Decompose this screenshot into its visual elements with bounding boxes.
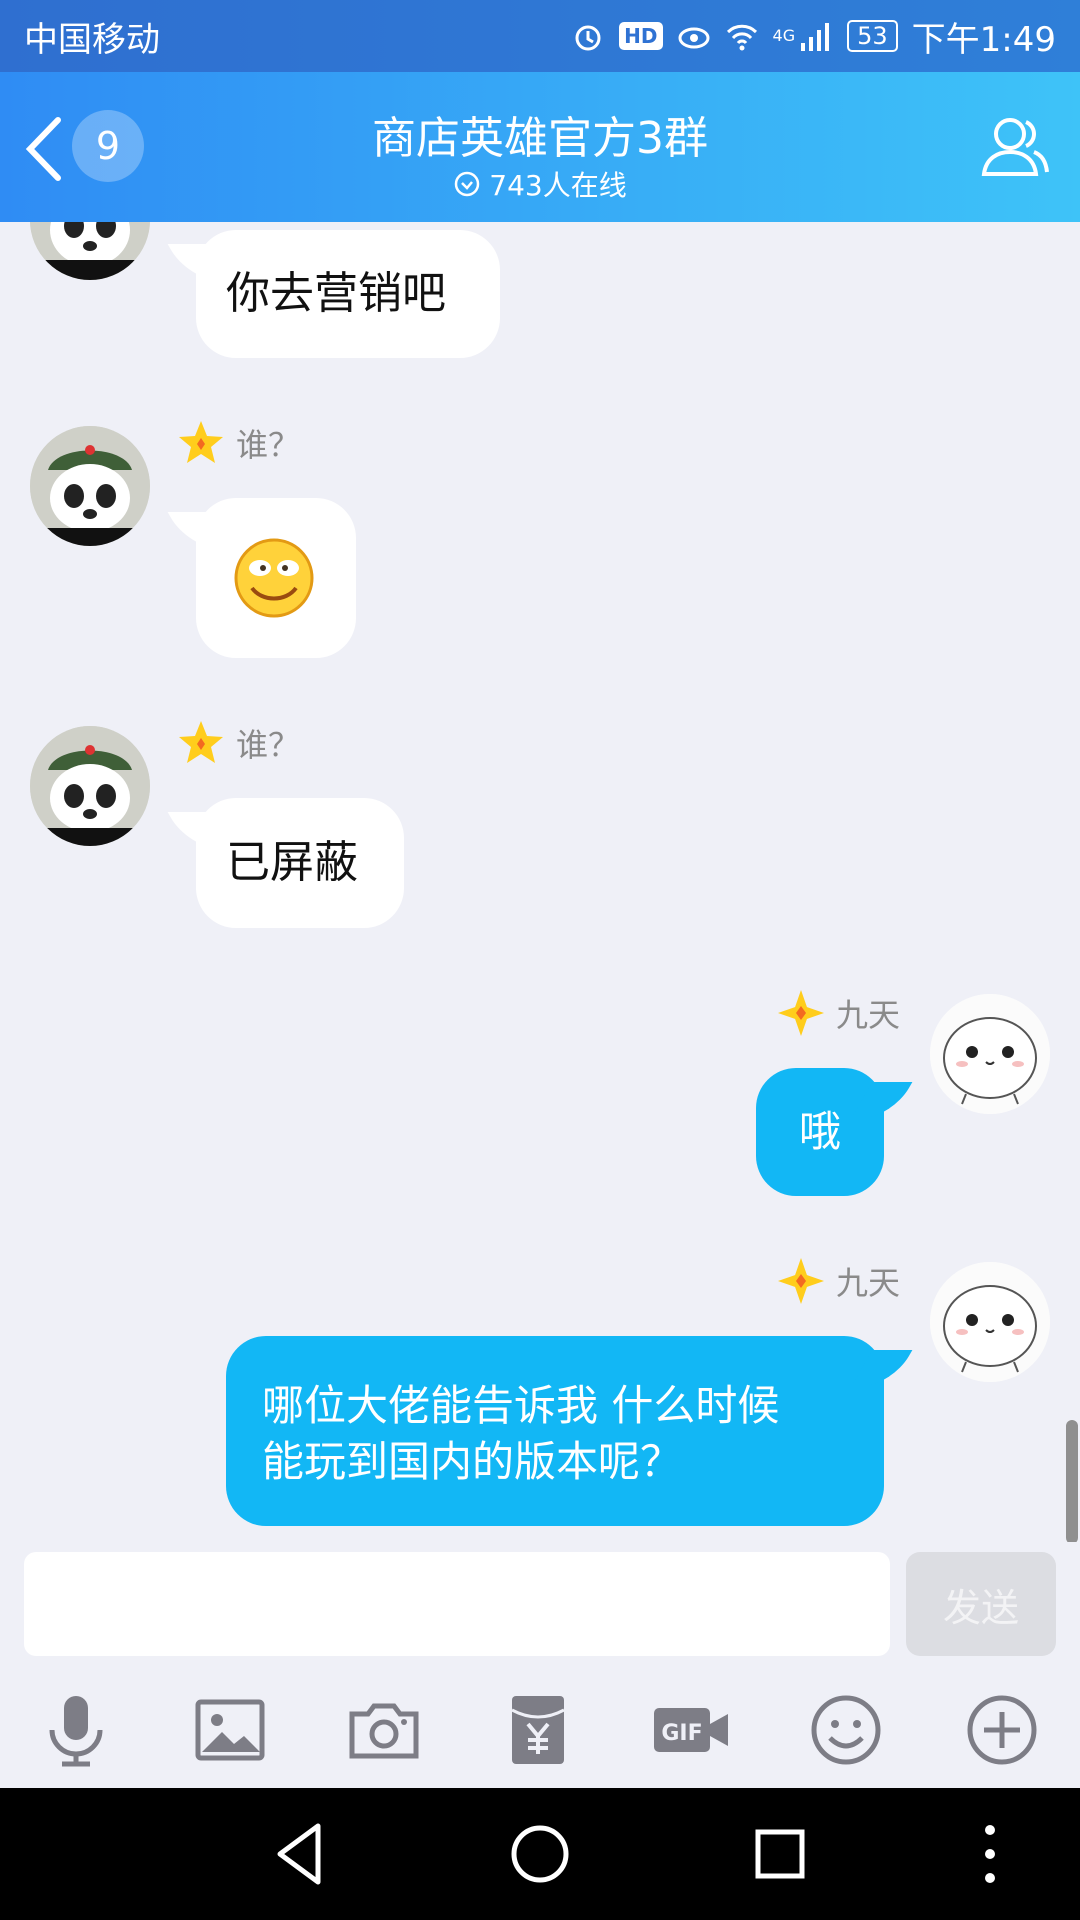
message-bubble[interactable] (196, 498, 356, 658)
image-icon[interactable] (190, 1690, 270, 1770)
message-bubble[interactable]: 哪位大佬能告诉我 什么时候 能玩到国内的版本呢？ (226, 1336, 884, 1526)
member-level-diamond-icon (778, 1258, 824, 1304)
sender-name: 九天 (836, 996, 901, 1034)
member-level-star-icon (179, 421, 223, 463)
online-check-icon (455, 171, 480, 197)
wifi-icon (726, 24, 757, 51)
more-dots-icon[interactable] (954, 1818, 1026, 1890)
eye-icon (678, 27, 710, 49)
emoji-icon[interactable] (806, 1690, 886, 1770)
network-type: 4G (772, 25, 796, 45)
sender-name: 九天 (836, 1264, 901, 1302)
message-bubble[interactable]: 哦 (756, 1068, 884, 1196)
panda-avatar-icon (30, 222, 150, 280)
chat-scrollbar[interactable] (1066, 1420, 1078, 1542)
composer: 发送 (0, 1542, 1080, 1670)
red-packet-icon[interactable] (498, 1690, 578, 1770)
mic-icon[interactable] (36, 1690, 116, 1770)
message-text-line: 能玩到国内的版本呢？ (262, 1437, 683, 1486)
camera-icon[interactable] (344, 1690, 424, 1770)
gif-icon[interactable]: GIF (652, 1690, 732, 1770)
avatar[interactable] (930, 1262, 1050, 1382)
panda-avatar-icon (30, 426, 150, 546)
recents-square-icon[interactable] (744, 1818, 816, 1890)
online-count: 743人在线 (489, 169, 627, 202)
back-triangle-icon[interactable] (266, 1818, 338, 1890)
avatar[interactable] (930, 994, 1050, 1114)
chat-header: 9 商店英雄官方3群 743人在线 (0, 72, 1080, 222)
sender-name: 谁？ (236, 426, 301, 464)
message-text: 已屏蔽 (226, 837, 358, 888)
home-circle-icon[interactable] (504, 1818, 576, 1890)
message-input[interactable] (24, 1552, 890, 1656)
avatar[interactable] (30, 426, 150, 546)
send-button[interactable]: 发送 (906, 1552, 1056, 1656)
member-level-diamond-icon (778, 990, 824, 1036)
avatar[interactable] (30, 726, 150, 846)
dumpling-avatar-icon (930, 994, 1050, 1114)
status-bar: 中国移动 HD 4G 53 下午1:49 (0, 0, 1080, 72)
sender-line: 谁？ (176, 418, 300, 468)
message-bubble[interactable]: 你去营销吧 (196, 230, 500, 358)
sender-line: 九天 (776, 988, 900, 1038)
online-status: 743人在线 (0, 164, 1080, 204)
alarm-icon (575, 25, 601, 51)
sender-line: 九天 (776, 1256, 900, 1306)
member-level-star-icon (179, 721, 223, 763)
svg-text:GIF: GIF (661, 1721, 702, 1746)
message-bubble[interactable]: 已屏蔽 (196, 798, 404, 928)
composer-toolbar: GIF (0, 1670, 1080, 1788)
message-list[interactable]: 你去营销吧 谁？ 谁？ 已屏蔽 九天 哦 九天 哪位大佬能告诉我 什么时候 能玩… (0, 222, 1080, 1542)
grin-emoji (234, 538, 314, 618)
status-icons: HD 4G 53 下午1:49 (571, 12, 1056, 61)
message-text: 哦 (798, 1107, 841, 1156)
dumpling-avatar-icon (930, 1262, 1050, 1382)
group-members-icon[interactable] (976, 108, 1054, 186)
message-text: 你去营销吧 (226, 268, 446, 319)
plus-icon[interactable] (962, 1690, 1042, 1770)
panda-avatar-icon (30, 726, 150, 846)
carrier-label: 中国移动 (24, 19, 160, 60)
sender-line: 谁？ (176, 718, 300, 768)
clock: 下午1:49 (911, 19, 1056, 60)
signal-icon (801, 23, 830, 51)
battery-indicator: 53 (847, 20, 898, 52)
group-title: 商店英雄官方3群 (372, 113, 708, 164)
system-nav-bar (0, 1788, 1080, 1920)
hd-badge: HD (619, 22, 663, 50)
message-text-line: 哪位大佬能告诉我 什么时候 (262, 1381, 780, 1430)
sender-name: 谁？ (236, 726, 301, 764)
avatar[interactable] (30, 222, 150, 280)
